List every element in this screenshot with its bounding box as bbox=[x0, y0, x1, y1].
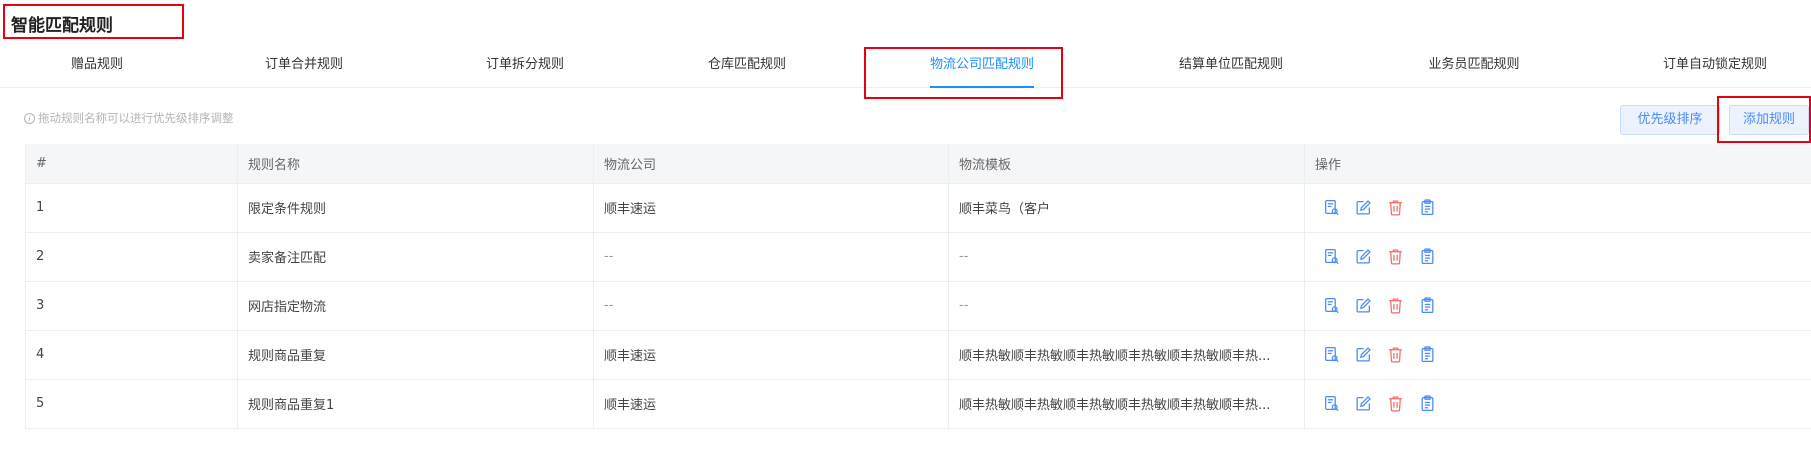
delete-icon[interactable] bbox=[1387, 297, 1404, 314]
column-header-logistics-company: 物流公司 bbox=[593, 144, 949, 184]
copy-icon[interactable] bbox=[1419, 297, 1436, 314]
cell-index: 4 bbox=[25, 330, 238, 380]
cell-logistics-template: 顺丰菜鸟（客户 bbox=[948, 183, 1305, 233]
priority-sort-button[interactable]: 优先级排序 bbox=[1620, 105, 1720, 135]
column-header-logistics-template: 物流模板 bbox=[948, 144, 1305, 184]
edit-icon[interactable] bbox=[1355, 199, 1372, 216]
delete-icon[interactable] bbox=[1387, 346, 1404, 363]
cell-logistics-company: -- bbox=[593, 281, 949, 331]
cell-logistics-company: 顺丰速运 bbox=[593, 379, 949, 429]
rules-table: # 规则名称 物流公司 物流模板 操作 1 限定条件规则 顺丰速运 顺丰菜鸟（客户 2 卖… bbox=[25, 144, 1811, 429]
cell-index: 1 bbox=[25, 183, 238, 233]
page: 智能匹配规则 赠品规则 订单合并规则 订单拆分规则 仓库匹配规则 物流公司匹配规… bbox=[0, 0, 1811, 472]
copy-icon[interactable] bbox=[1419, 346, 1436, 363]
cell-actions bbox=[1304, 379, 1811, 429]
tab-settlement-unit-match-rules[interactable]: 结算单位匹配规则 bbox=[1179, 42, 1283, 88]
copy-icon[interactable] bbox=[1419, 395, 1436, 412]
cell-actions bbox=[1304, 281, 1811, 331]
tab-salesperson-match-rules[interactable]: 业务员匹配规则 bbox=[1428, 42, 1519, 88]
cell-logistics-company: 顺丰速运 bbox=[593, 183, 949, 233]
cell-rule-name[interactable]: 网店指定物流 bbox=[237, 281, 594, 331]
tab-order-merge-rules[interactable]: 订单合并规则 bbox=[265, 42, 343, 88]
view-detail-icon[interactable] bbox=[1323, 297, 1340, 314]
cell-logistics-template: -- bbox=[948, 232, 1305, 282]
tab-order-auto-lock-rules[interactable]: 订单自动锁定规则 bbox=[1663, 42, 1767, 88]
tab-bar: 赠品规则 订单合并规则 订单拆分规则 仓库匹配规则 物流公司匹配规则 结算单位匹… bbox=[0, 42, 1811, 88]
cell-actions bbox=[1304, 232, 1811, 282]
tab-warehouse-match-rules[interactable]: 仓库匹配规则 bbox=[708, 42, 786, 88]
cell-logistics-template: 顺丰热敏顺丰热敏顺丰热敏顺丰热敏顺丰热敏顺丰热... bbox=[948, 330, 1305, 380]
copy-icon[interactable] bbox=[1419, 248, 1436, 265]
copy-icon[interactable] bbox=[1419, 199, 1436, 216]
edit-icon[interactable] bbox=[1355, 297, 1372, 314]
cell-logistics-template: -- bbox=[948, 281, 1305, 331]
cell-actions bbox=[1304, 330, 1811, 380]
cell-rule-name[interactable]: 规则商品重复 bbox=[237, 330, 594, 380]
tab-logistics-company-match-rules[interactable]: 物流公司匹配规则 bbox=[929, 42, 1035, 88]
tab-order-split-rules[interactable]: 订单拆分规则 bbox=[486, 42, 564, 88]
page-title: 智能匹配规则 bbox=[3, 4, 184, 39]
table-row: 2 卖家备注匹配 -- -- bbox=[25, 232, 1811, 282]
cell-logistics-company: -- bbox=[593, 232, 949, 282]
delete-icon[interactable] bbox=[1387, 199, 1404, 216]
cell-index: 5 bbox=[25, 379, 238, 429]
table-header-row: # 规则名称 物流公司 物流模板 操作 bbox=[25, 144, 1811, 184]
cell-actions bbox=[1304, 183, 1811, 233]
column-header-index: # bbox=[25, 144, 238, 184]
column-header-actions: 操作 bbox=[1304, 144, 1811, 184]
cell-index: 2 bbox=[25, 232, 238, 282]
cell-rule-name[interactable]: 限定条件规则 bbox=[237, 183, 594, 233]
drag-sort-hint-text: 拖动规则名称可以进行优先级排序调整 bbox=[38, 111, 234, 125]
view-detail-icon[interactable] bbox=[1323, 199, 1340, 216]
delete-icon[interactable] bbox=[1387, 395, 1404, 412]
view-detail-icon[interactable] bbox=[1323, 395, 1340, 412]
cell-rule-name[interactable]: 卖家备注匹配 bbox=[237, 232, 594, 282]
cell-rule-name[interactable]: 规则商品重复1 bbox=[237, 379, 594, 429]
tab-gift-rules[interactable]: 赠品规则 bbox=[71, 42, 123, 88]
cell-logistics-template: 顺丰热敏顺丰热敏顺丰热敏顺丰热敏顺丰热敏顺丰热... bbox=[948, 379, 1305, 429]
cell-logistics-company: 顺丰速运 bbox=[593, 330, 949, 380]
cell-index: 3 bbox=[25, 281, 238, 331]
column-header-rule-name: 规则名称 bbox=[237, 144, 594, 184]
view-detail-icon[interactable] bbox=[1323, 346, 1340, 363]
add-rule-button[interactable]: 添加规则 bbox=[1729, 105, 1809, 135]
edit-icon[interactable] bbox=[1355, 248, 1372, 265]
edit-icon[interactable] bbox=[1355, 346, 1372, 363]
table-row: 1 限定条件规则 顺丰速运 顺丰菜鸟（客户 bbox=[25, 183, 1811, 233]
edit-icon[interactable] bbox=[1355, 395, 1372, 412]
delete-icon[interactable] bbox=[1387, 248, 1404, 265]
table-row: 4 规则商品重复 顺丰速运 顺丰热敏顺丰热敏顺丰热敏顺丰热敏顺丰热敏顺丰热... bbox=[25, 330, 1811, 380]
table-row: 5 规则商品重复1 顺丰速运 顺丰热敏顺丰热敏顺丰热敏顺丰热敏顺丰热敏顺丰热... bbox=[25, 379, 1811, 429]
drag-sort-hint: i 拖动规则名称可以进行优先级排序调整 bbox=[24, 110, 234, 126]
info-circle-icon: i bbox=[24, 112, 35, 124]
view-detail-icon[interactable] bbox=[1323, 248, 1340, 265]
table-row: 3 网店指定物流 -- -- bbox=[25, 281, 1811, 331]
